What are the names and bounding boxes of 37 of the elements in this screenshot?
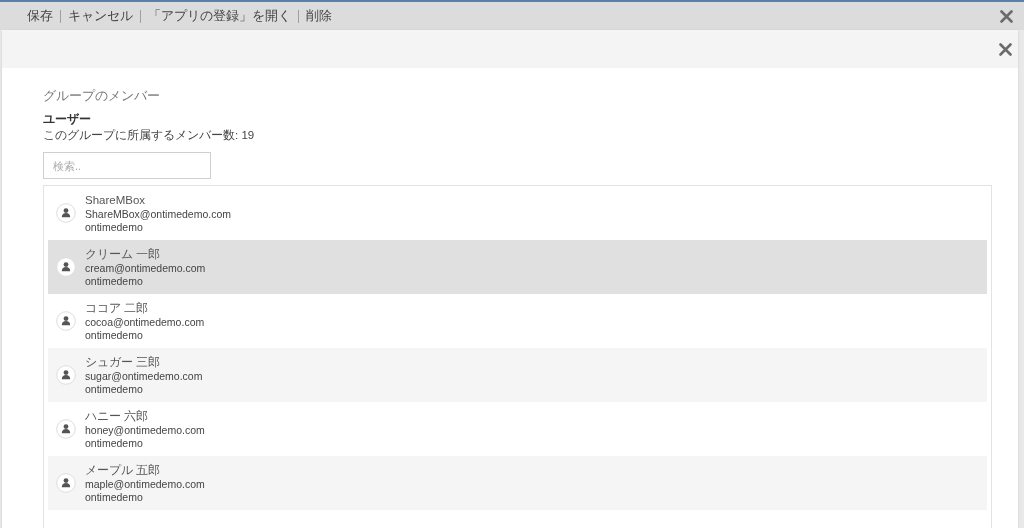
member-name: ShareMBox — [85, 192, 147, 208]
member-name: ハニー 六郎 — [85, 408, 150, 424]
member-row[interactable]: シュガー 三郎 sugar@ontimedemo.com ontimedemo — [48, 348, 987, 402]
member-org: ontimedemo — [85, 382, 144, 396]
member-org: ontimedemo — [85, 220, 144, 234]
users-heading: ユーザー — [43, 112, 92, 126]
user-avatar-icon — [56, 473, 76, 493]
member-org: ontimedemo — [85, 328, 144, 342]
close-icon[interactable] — [999, 42, 1012, 56]
user-avatar-icon — [56, 419, 76, 439]
member-org: ontimedemo — [85, 490, 144, 504]
member-org: ontimedemo — [85, 274, 144, 288]
member-email: sugar@ontimedemo.com — [85, 369, 203, 383]
user-avatar-icon — [56, 257, 76, 277]
member-count: このグループに所属するメンバー数: 19 — [43, 128, 256, 143]
toolbar-action[interactable]: 削除 — [299, 6, 339, 26]
user-avatar-icon — [56, 203, 76, 223]
section-title: グループのメンバー — [43, 88, 161, 104]
user-avatar-icon — [56, 311, 76, 331]
member-email: maple@ontimedemo.com — [85, 477, 205, 491]
member-name: メープル 五郎 — [85, 462, 162, 478]
member-email: honey@ontimedemo.com — [85, 423, 205, 437]
member-name: クリーム 一郎 — [85, 246, 162, 262]
member-row[interactable]: クリーム 一郎 cream@ontimedemo.com ontimedemo — [48, 240, 987, 294]
member-email: cream@ontimedemo.com — [85, 261, 206, 275]
member-name: シュガー 三郎 — [85, 354, 162, 370]
user-avatar-icon — [56, 365, 76, 385]
toolbar-action[interactable]: 保存 — [20, 6, 60, 26]
search-field[interactable]: 検索.. — [43, 152, 211, 179]
member-email: ShareMBox@ontimedemo.com — [85, 207, 232, 221]
member-name: ココア 二郎 — [85, 300, 150, 316]
toolbar-action[interactable]: 「アプリの登録」を開く — [141, 6, 298, 26]
close-icon[interactable] — [1000, 9, 1013, 23]
toolbar-action[interactable]: キャンセル — [61, 6, 140, 26]
member-org: ontimedemo — [85, 436, 144, 450]
member-row[interactable]: メープル 五郎 maple@ontimedemo.com ontimedemo — [48, 456, 987, 510]
member-email: cocoa@ontimedemo.com — [85, 315, 205, 329]
